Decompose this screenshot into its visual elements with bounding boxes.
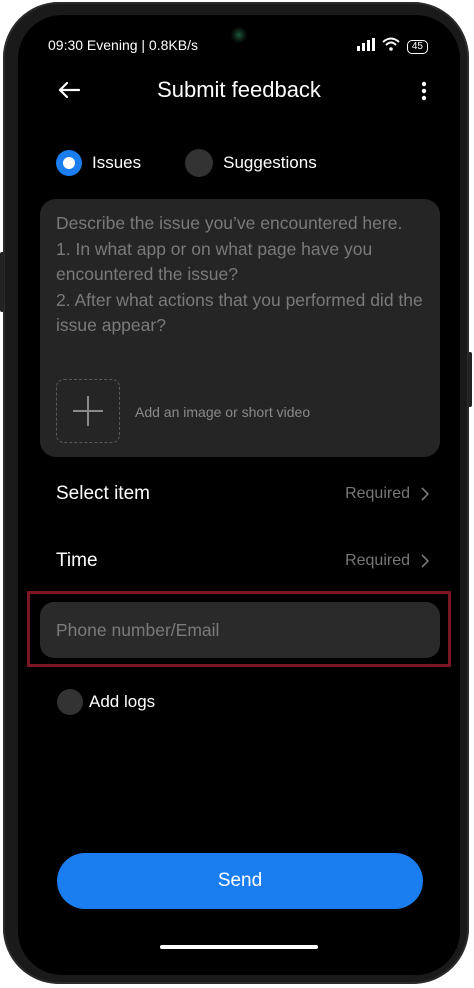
radio-suggestions-label: Suggestions [223, 153, 317, 172]
power-button [468, 352, 472, 407]
radio-suggestions[interactable]: Suggestions [185, 149, 317, 177]
select-item-value: Required [345, 485, 410, 502]
chevron-right-icon [421, 554, 430, 568]
send-button[interactable]: Send [57, 853, 423, 909]
radio-issues-label: Issues [92, 153, 142, 172]
screen: 09:30 Evening | 0.8KB/s 45 Submit feedba… [18, 15, 460, 975]
wifi-icon [382, 37, 400, 56]
add-logs-label: Add logs [89, 692, 156, 711]
home-indicator[interactable] [160, 945, 318, 949]
signal-icon [356, 37, 375, 56]
feedback-type-group: Issues Suggestions [56, 149, 317, 177]
contact-input[interactable] [40, 602, 440, 658]
select-item-label: Select item [56, 483, 150, 504]
add-media-label: Add an image or short video [135, 404, 311, 420]
description-placeholder: Describe the issue you’ve encountered he… [56, 213, 423, 335]
status-time: 09:30 Evening | 0.8KB/s [48, 37, 198, 53]
time-value: Required [345, 552, 410, 569]
radio-issues-indicator[interactable] [56, 150, 82, 176]
more-options-icon[interactable] [418, 79, 430, 103]
page-title: Submit feedback [157, 77, 321, 102]
chevron-right-icon [421, 487, 430, 501]
plus-icon [73, 396, 103, 426]
front-camera [231, 27, 247, 43]
time-row[interactable]: Time Required [56, 541, 430, 581]
status-icons: 45 [356, 37, 428, 56]
add-logs-option[interactable]: Add logs [57, 689, 155, 715]
add-logs-radio[interactable] [57, 689, 83, 715]
radio-suggestions-indicator[interactable] [185, 149, 214, 177]
description-textarea[interactable]: Describe the issue you’ve encountered he… [40, 199, 440, 457]
volume-button [0, 252, 4, 312]
radio-issues[interactable]: Issues [56, 150, 141, 176]
time-label: Time [56, 550, 98, 571]
battery-icon: 45 [406, 39, 428, 54]
select-item-row[interactable]: Select item Required [56, 474, 430, 514]
phone-frame: 09:30 Evening | 0.8KB/s 45 Submit feedba… [0, 2, 472, 984]
add-media-button[interactable] [56, 379, 120, 443]
